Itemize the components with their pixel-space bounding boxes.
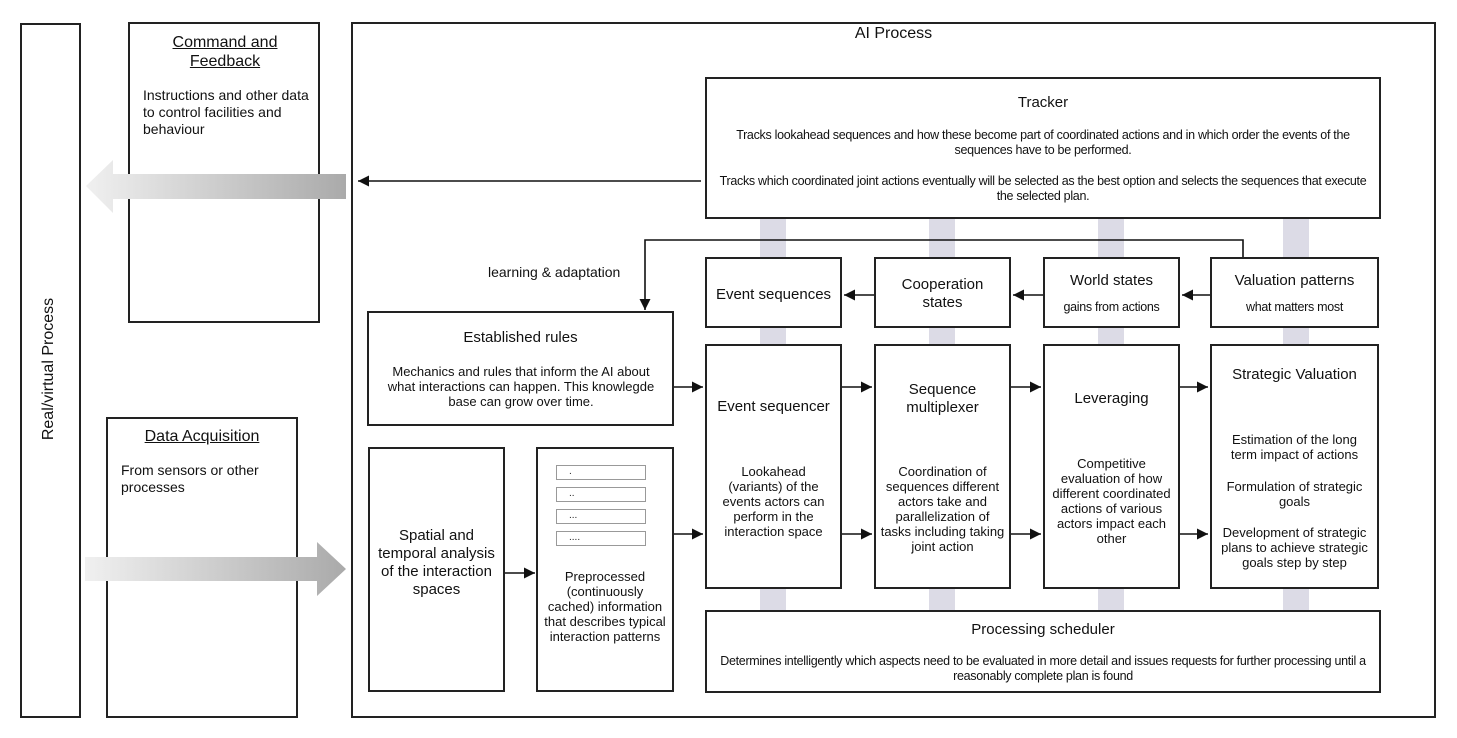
scheduler-title: Processing scheduler xyxy=(971,621,1115,638)
data-acquisition-description: From sensors or other processes xyxy=(121,462,259,495)
cache-slot: .. xyxy=(556,487,646,502)
established-rules-title: Established rules xyxy=(463,329,578,346)
ai-process-title: AI Process xyxy=(854,25,933,42)
cache-slot: ... xyxy=(556,509,646,524)
tracker-title: Tracker xyxy=(1017,94,1069,111)
state-title: Valuation patterns xyxy=(1234,272,1355,289)
state-title: Cooperation states xyxy=(901,276,984,311)
processor-strategic-valuation: Strategic Valuation Estimation of the lo… xyxy=(1210,344,1379,589)
processor-title: Leveraging xyxy=(1074,390,1149,407)
state-title: Event sequences xyxy=(715,286,832,303)
state-subtitle: what matters most xyxy=(1245,300,1343,314)
strategic-item-2: Formulation of strategic goals xyxy=(1226,479,1363,509)
state-box-cooperation-states: Cooperation states xyxy=(874,257,1011,328)
preprocessed-description: Preprocessed (continuously cached) infor… xyxy=(544,569,666,644)
processor-description: Lookahead (variants) of the events actor… xyxy=(722,464,825,539)
processor-title: Event sequencer xyxy=(717,398,830,415)
tracker-paragraph-1: Tracks lookahead sequences and how these… xyxy=(736,128,1350,157)
spatial-analysis-title: Spatial and temporal analysis of the int… xyxy=(378,527,495,598)
processor-title: Strategic Valuation xyxy=(1232,366,1357,383)
processor-title: Sequence multiplexer xyxy=(906,381,979,416)
state-box-world-states: World states gains from actions xyxy=(1043,257,1180,328)
strategic-item-3: Development of strategic plans to achiev… xyxy=(1221,525,1368,570)
cache-slot: . xyxy=(556,465,646,480)
established-rules-box: Established rules Mechanics and rules th… xyxy=(367,311,674,426)
learning-adaptation-label: learning & adaptation xyxy=(488,264,621,280)
processor-sequence-multiplexer: Sequence multiplexer Coordination of seq… xyxy=(874,344,1011,589)
processor-leveraging: Leveraging Competitive evaluation of how… xyxy=(1043,344,1180,589)
command-feedback-description: Instructions and other data to control f… xyxy=(143,87,309,137)
state-title: World states xyxy=(1069,272,1154,289)
data-acquisition-title: Data Acquisition xyxy=(144,428,260,445)
tracker-box: Tracker Tracks lookahead sequences and h… xyxy=(705,77,1381,219)
established-rules-description: Mechanics and rules that inform the AI a… xyxy=(387,364,655,409)
state-box-event-sequences: Event sequences xyxy=(705,257,842,328)
preprocessed-box: . .. ... .... Preprocessed (continuously… xyxy=(536,447,674,692)
real-virtual-process-label: Real/virtual Process xyxy=(40,297,57,441)
processor-description: Competitive evaluation of how different … xyxy=(1052,456,1171,546)
cache-slot: .... xyxy=(556,531,646,546)
command-feedback-panel: Command and Feedback Instructions and ot… xyxy=(128,22,320,323)
state-subtitle: gains from actions xyxy=(1063,300,1160,314)
processor-description: Coordination of sequences different acto… xyxy=(880,464,1005,554)
strategic-item-1: Estimation of the long term impact of ac… xyxy=(1230,432,1359,462)
spatial-analysis-box: Spatial and temporal analysis of the int… xyxy=(368,447,505,692)
processing-scheduler-box: Processing scheduler Determines intellig… xyxy=(705,610,1381,693)
command-feedback-title: Command and Feedback xyxy=(172,34,278,70)
processor-event-sequencer: Event sequencer Lookahead (variants) of … xyxy=(705,344,842,589)
tracker-paragraph-2: Tracks which coordinated joint actions e… xyxy=(719,174,1367,203)
state-box-valuation-patterns: Valuation patterns what matters most xyxy=(1210,257,1379,328)
data-acquisition-panel: Data Acquisition From sensors or other p… xyxy=(106,417,298,718)
real-virtual-process-panel: Real/virtual Process xyxy=(20,23,81,718)
scheduler-description: Determines intelligently which aspects n… xyxy=(720,654,1366,683)
